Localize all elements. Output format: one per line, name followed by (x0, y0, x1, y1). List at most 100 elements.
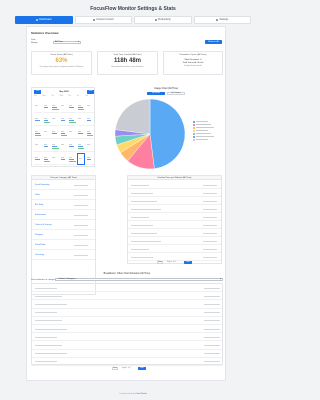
website-domain-placeholder (131, 224, 153, 226)
calendar-day[interactable] (59, 140, 68, 152)
table-row[interactable] (128, 237, 221, 245)
calendar-day[interactable] (51, 127, 60, 139)
table-row[interactable] (128, 245, 221, 253)
table-row[interactable] (32, 333, 222, 342)
category-name: Entertainment (35, 213, 47, 216)
calendar-next-button[interactable]: Next (87, 90, 94, 94)
table-row[interactable] (32, 300, 222, 309)
calendar-day[interactable] (51, 153, 60, 165)
calendar-day[interactable] (85, 153, 94, 165)
calendar-day[interactable] (59, 114, 68, 126)
calendar-day[interactable] (59, 153, 68, 165)
calendar-day[interactable] (34, 127, 42, 139)
footer-link[interactable]: Cloud Studio (135, 393, 146, 395)
table-row[interactable] (32, 350, 222, 358)
calendar-usage-bar (43, 106, 49, 108)
calendar-day[interactable] (85, 127, 94, 139)
table-row[interactable] (32, 325, 222, 334)
website-time-placeholder (203, 216, 217, 218)
calendar-day[interactable] (42, 127, 51, 139)
calendar-day[interactable] (68, 153, 77, 165)
calendar-day[interactable] (68, 127, 77, 139)
table-row[interactable] (128, 197, 221, 205)
calendar-usage-bar (78, 144, 81, 145)
calendar-usage-bar (86, 158, 92, 160)
legend-label-placeholder (195, 136, 214, 138)
table-row[interactable] (128, 253, 221, 261)
calendar-usage-bar (35, 131, 38, 132)
calendar-usage-bar (69, 105, 73, 106)
tab-settings[interactable]: Settings (193, 16, 251, 24)
calendar-day[interactable] (34, 114, 42, 126)
toggle-by-domain[interactable]: By Domain (147, 92, 165, 95)
calendar-day[interactable] (77, 101, 85, 113)
tab-content-control[interactable]: Content Control (74, 16, 132, 24)
calendar-day[interactable] (68, 140, 77, 152)
total-focused-value: Total Focused: 0h 0m (182, 62, 204, 65)
calendar-day[interactable] (51, 101, 60, 113)
table-row[interactable] (128, 221, 221, 229)
calendar-day[interactable] (85, 114, 94, 126)
breakdown-prev-button[interactable]: Prev (112, 366, 118, 370)
calendar-day[interactable] (77, 127, 85, 139)
table-row[interactable]: Entertainment (32, 210, 95, 220)
table-row[interactable]: Technology (32, 250, 95, 260)
table-row[interactable]: Video (32, 190, 95, 200)
table-row[interactable]: AI & Utility (32, 200, 95, 210)
table-row[interactable]: Social Media (32, 240, 95, 250)
website-prev-button[interactable]: Prev (157, 260, 163, 264)
legend-item (193, 136, 214, 138)
table-row[interactable] (128, 205, 221, 213)
table-row[interactable] (128, 189, 221, 197)
table-row[interactable]: Shopping (32, 230, 95, 240)
website-next-button[interactable]: Next (184, 260, 192, 264)
calendar-day[interactable] (34, 153, 42, 165)
calendar-day[interactable] (68, 101, 77, 113)
calendar-day[interactable] (85, 101, 94, 113)
calendar-usage-bar (43, 144, 47, 145)
calendar-day-selected[interactable] (77, 153, 85, 165)
calendar-usage-bar (35, 118, 38, 119)
table-row[interactable] (32, 317, 222, 325)
table-row[interactable] (128, 229, 221, 237)
calendar-usage-bar (52, 144, 56, 145)
calendar-usage-bar (60, 144, 64, 145)
calendar-day[interactable] (34, 140, 42, 152)
calendar-day[interactable] (42, 101, 51, 113)
calendar-usage-bar (78, 145, 83, 147)
calendar-day[interactable] (34, 101, 42, 113)
calendar-weekday: Sat (85, 96, 88, 97)
calendar-day[interactable] (59, 127, 68, 139)
calendar-day[interactable] (42, 153, 51, 165)
tab-dashboard[interactable]: Dashboard (15, 16, 73, 24)
breakdown-category-select[interactable]: -- Select Category -- ▾ (55, 277, 223, 281)
calendar-day[interactable] (68, 114, 77, 126)
breakdown-next-button[interactable]: Next (138, 366, 146, 370)
calendar-day[interactable] (51, 140, 60, 152)
table-row[interactable] (32, 292, 222, 301)
calendar-day[interactable] (77, 114, 85, 126)
calendar-prev-button[interactable]: Prev (34, 90, 41, 94)
calendar-day[interactable] (42, 140, 51, 152)
calendar-day[interactable] (51, 114, 60, 126)
refresh-all-button[interactable]: Refresh All (205, 40, 222, 44)
gear-icon (216, 18, 219, 22)
tab-productivity[interactable]: Productivity (134, 16, 192, 24)
category-name: Technology (35, 253, 45, 256)
calendar-day[interactable] (77, 140, 85, 152)
main-tabs: Dashboard Content Control Productivity S… (15, 16, 251, 24)
table-row[interactable] (32, 284, 222, 293)
calendar-day[interactable] (42, 114, 51, 126)
calendar-day[interactable] (59, 101, 68, 113)
table-row[interactable] (32, 309, 222, 317)
table-row[interactable] (32, 358, 222, 366)
table-row[interactable] (128, 181, 221, 189)
table-row[interactable]: Social Networking (32, 180, 95, 190)
calendar-day[interactable] (85, 140, 94, 152)
table-row[interactable] (128, 213, 221, 221)
date-range-select[interactable]: All Time ▾ (53, 40, 81, 44)
table-row[interactable]: Technical & Learning (32, 220, 95, 230)
legend-label-placeholder (195, 139, 208, 141)
toggle-by-category[interactable]: By Category (167, 92, 185, 95)
table-row[interactable] (32, 341, 222, 350)
